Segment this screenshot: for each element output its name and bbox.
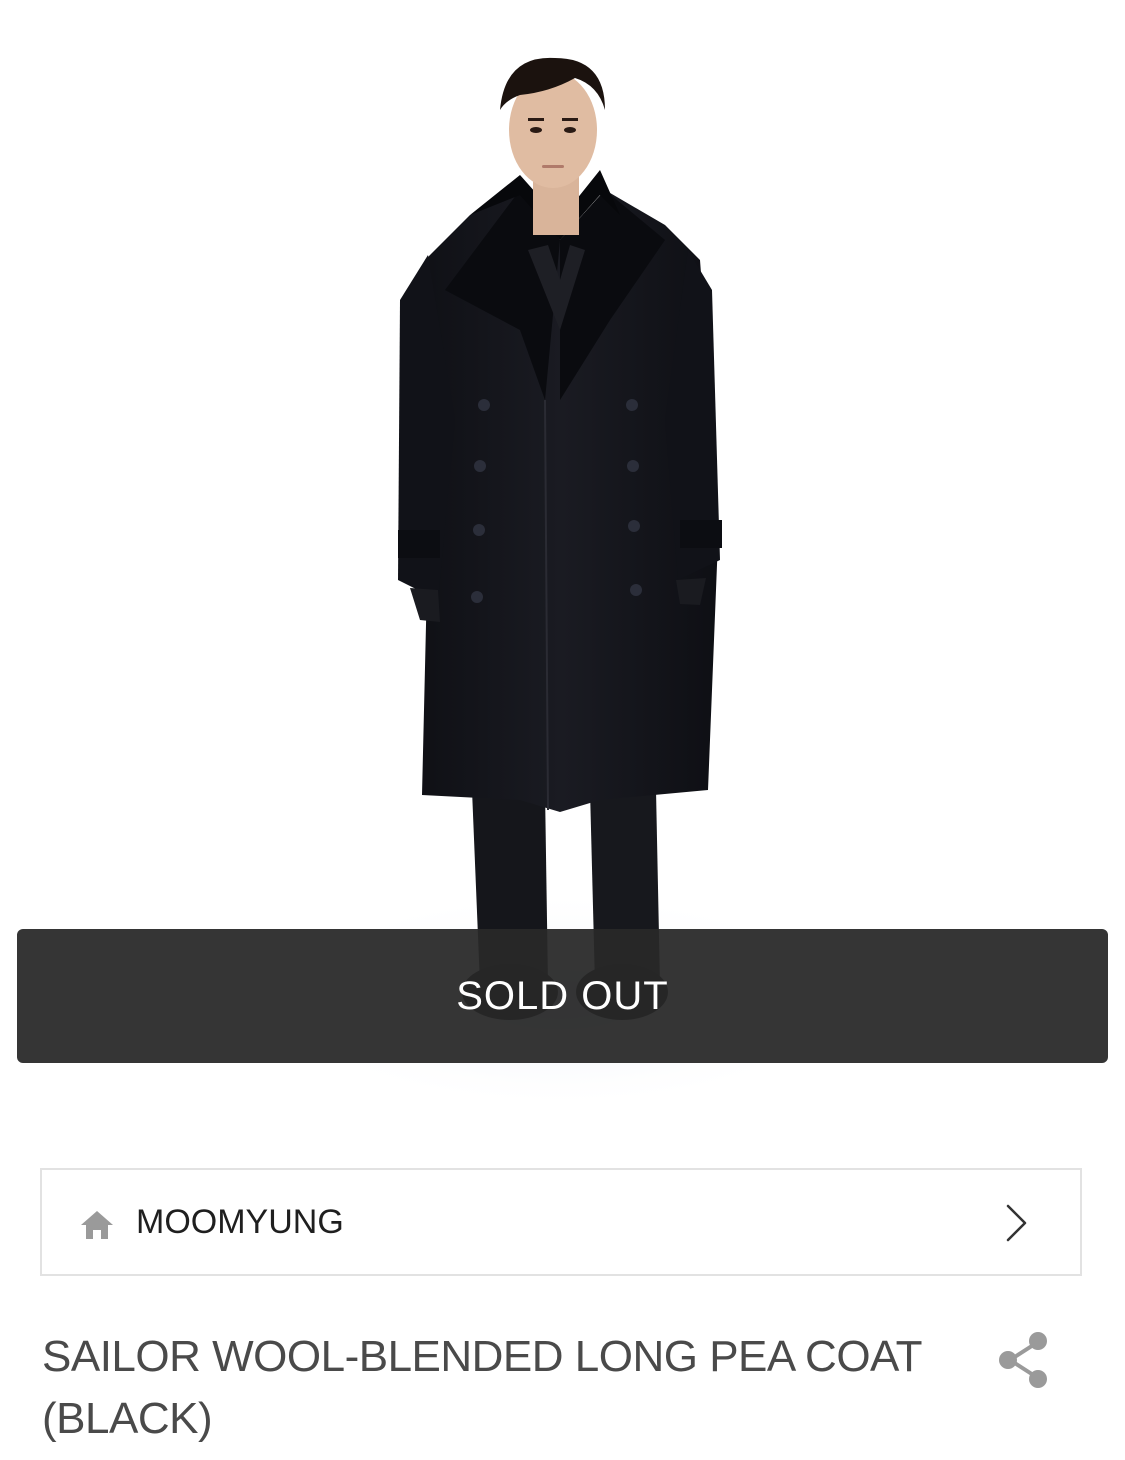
product-title: SAILOR WOOL-BLENDED LONG PEA COAT(BLACK) [42,1332,923,1443]
chevron-right-icon [1006,1204,1027,1242]
product-page: SOLD OUT MOOMYUNG SAILOR WOOL-BLENDED LO… [0,0,1125,1460]
home-icon [81,1211,113,1239]
sold-out-banner: SOLD OUT [17,929,1108,1063]
sold-out-label: SOLD OUT [456,973,669,1018]
brand-name: MOOMYUNG [136,1203,344,1241]
share-icon[interactable] [996,1330,1052,1390]
brand-link[interactable]: MOOMYUNG [40,1168,1082,1276]
